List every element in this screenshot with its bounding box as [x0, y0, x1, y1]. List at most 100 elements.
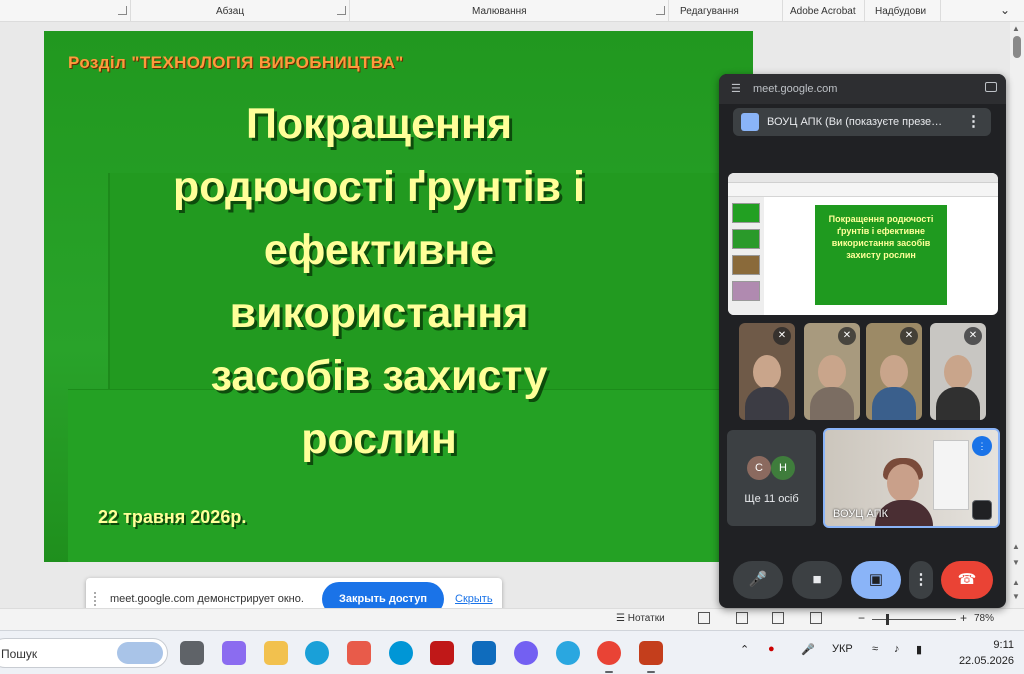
- font-dialog-launcher[interactable]: [118, 6, 127, 15]
- preview-thumbnail: [732, 229, 760, 249]
- preview-thumbnail: [732, 203, 760, 223]
- back-to-tab-icon[interactable]: [985, 82, 997, 92]
- presenting-banner[interactable]: ВОУЦ АПК (Ви (показуєте презе… ⋮: [733, 108, 991, 136]
- mic-off-icon: ✕: [838, 327, 856, 345]
- ribbon-group-paragraph: Абзац: [216, 6, 245, 17]
- microphone-button[interactable]: 🎤: [733, 561, 783, 599]
- participant-face: [753, 355, 781, 389]
- participant-tile[interactable]: ✕: [866, 323, 922, 420]
- drawing-dialog-launcher[interactable]: [656, 6, 665, 15]
- slide-title-line: родючості ґрунтів і: [172, 163, 585, 211]
- reading-view-icon[interactable]: [772, 612, 784, 624]
- ribbon-group-addins: Надбудови: [875, 6, 927, 17]
- volume-icon[interactable]: ♪: [894, 643, 900, 655]
- slideshow-view-icon[interactable]: [810, 612, 822, 624]
- slide-title-line: ефективне: [263, 226, 495, 274]
- preview-slide-thumbnails: [728, 197, 764, 315]
- slide-title-line: засобів захисту: [210, 352, 548, 400]
- preview-slide: Покращення родючості ґрунтів і ефективне…: [815, 205, 947, 305]
- participant-tile[interactable]: ✕: [804, 323, 860, 420]
- task-view-icon[interactable]: [180, 641, 204, 665]
- battery-icon[interactable]: ▮: [916, 643, 922, 656]
- scroll-down-icon[interactable]: ▼: [1012, 558, 1020, 567]
- notes-label: Нотатки: [627, 613, 665, 624]
- copilot-icon[interactable]: [222, 641, 246, 665]
- preview-tab-bar: [728, 173, 998, 183]
- input-language[interactable]: УКР: [832, 643, 853, 655]
- zoom-in-icon[interactable]: +: [960, 611, 967, 625]
- participant-face: [944, 355, 972, 389]
- slide-date[interactable]: 22 травня 2026р.: [98, 507, 246, 528]
- ribbon-group-labels: Абзац Малювання Редагування Adobe Acroba…: [0, 0, 1024, 22]
- presenter-label: ВОУЦ АПК (Ви (показуєте презе…: [767, 116, 943, 128]
- hp-icon[interactable]: [389, 641, 413, 665]
- self-video-board: [933, 440, 969, 510]
- speaking-indicator-icon: ⋮: [972, 436, 992, 456]
- participant-tile[interactable]: ✕: [930, 323, 986, 420]
- scroll-up-icon[interactable]: ▲: [1012, 24, 1020, 33]
- chrome-icon[interactable]: [597, 641, 621, 673]
- help-icon[interactable]: [556, 641, 580, 665]
- notes-toggle[interactable]: ☰ Нотатки: [616, 613, 665, 624]
- zoom-slider[interactable]: [872, 619, 956, 620]
- mic-off-icon: ✕: [773, 327, 791, 345]
- preview-thumbnail: [732, 255, 760, 275]
- slide-title-line: використання: [229, 289, 529, 337]
- taskbar-search-label: Пошук: [1, 647, 38, 661]
- leave-call-button[interactable]: ☎: [941, 561, 993, 599]
- vertical-scrollbar[interactable]: ▲ ▲ ▼ ▲ ▼: [1010, 22, 1024, 608]
- show-hidden-icons-icon[interactable]: ⌃: [740, 643, 749, 656]
- drag-handle-icon[interactable]: [94, 592, 100, 606]
- system-clock[interactable]: 9:11 22.05.2026: [952, 637, 1014, 669]
- camera-button[interactable]: ■: [792, 561, 842, 599]
- zoom-out-icon[interactable]: −: [858, 611, 865, 625]
- zoom-slider-thumb[interactable]: [886, 614, 889, 625]
- present-screen-button[interactable]: ▣: [851, 561, 901, 599]
- scroll-up-small-icon[interactable]: ▲: [1012, 542, 1020, 551]
- preview-ribbon: [728, 183, 998, 197]
- more-participants-count: Ще 11 осіб: [744, 493, 799, 505]
- wifi-icon[interactable]: ≈: [872, 643, 878, 655]
- security-status-icon[interactable]: ●: [768, 643, 775, 655]
- file-explorer-icon[interactable]: [264, 641, 288, 665]
- mcafee-icon[interactable]: [430, 641, 454, 665]
- presentation-preview[interactable]: Покращення родючості ґрунтів і ефективне…: [728, 173, 998, 315]
- status-bar: ☰ Нотатки − + 78%: [0, 608, 1024, 630]
- scrollbar-thumb[interactable]: [1013, 36, 1021, 58]
- viber-icon[interactable]: [514, 641, 538, 665]
- presenter-avatar: [741, 113, 759, 131]
- store-icon[interactable]: [347, 641, 371, 665]
- self-name-label: ВОУЦ АПК: [833, 508, 888, 520]
- participant-tile[interactable]: ✕: [739, 323, 795, 420]
- participant-initial: С: [747, 456, 771, 480]
- collapse-ribbon-icon[interactable]: ⌄: [1000, 3, 1010, 17]
- taskbar-search[interactable]: Пошук: [0, 638, 168, 668]
- next-slide-icon[interactable]: ▼: [1012, 592, 1020, 601]
- ribbon-group-drawing: Малювання: [472, 6, 527, 17]
- mic-off-icon: ✕: [900, 327, 918, 345]
- meet-title-bar[interactable]: ☰ meet.google.com: [719, 74, 1006, 104]
- expand-tile-icon[interactable]: [972, 500, 992, 520]
- powerpoint-icon[interactable]: [639, 641, 663, 673]
- more-options-button[interactable]: ⋮: [909, 561, 933, 599]
- zoom-level[interactable]: 78%: [974, 613, 994, 624]
- mic-off-icon: ✕: [964, 327, 982, 345]
- paragraph-dialog-launcher[interactable]: [337, 6, 346, 15]
- slide-sorter-icon[interactable]: [736, 612, 748, 624]
- more-participants-tile[interactable]: С Н Ще 11 осіб: [727, 430, 816, 526]
- current-slide[interactable]: Розділ "ТЕХНОЛОГІЯ ВИРОБНИЦТВА" Покращен…: [44, 31, 753, 562]
- ribbon-group-adobe-acrobat: Adobe Acrobat: [790, 6, 856, 17]
- search-highlight-image: [117, 642, 163, 664]
- mail-icon[interactable]: [472, 641, 496, 665]
- edge-icon[interactable]: [305, 641, 329, 665]
- meet-pip-window[interactable]: ☰ meet.google.com ВОУЦ АПК (Ви (показуєт…: [719, 74, 1006, 608]
- prev-slide-icon[interactable]: ▲: [1012, 578, 1020, 587]
- more-options-icon[interactable]: ⋮: [966, 112, 981, 130]
- normal-view-icon[interactable]: [698, 612, 710, 624]
- site-settings-icon[interactable]: ☰: [731, 82, 741, 95]
- slide-section-label[interactable]: Розділ "ТЕХНОЛОГІЯ ВИРОБНИЦТВА": [68, 53, 404, 73]
- microphone-in-use-icon[interactable]: 🎤: [801, 643, 815, 656]
- slide-title[interactable]: Покращення родючості ґрунтів і ефективне…: [124, 93, 634, 471]
- hide-notification-link[interactable]: Скрыть: [455, 593, 493, 605]
- self-video-tile[interactable]: ВОУЦ АПК ⋮: [823, 428, 1000, 528]
